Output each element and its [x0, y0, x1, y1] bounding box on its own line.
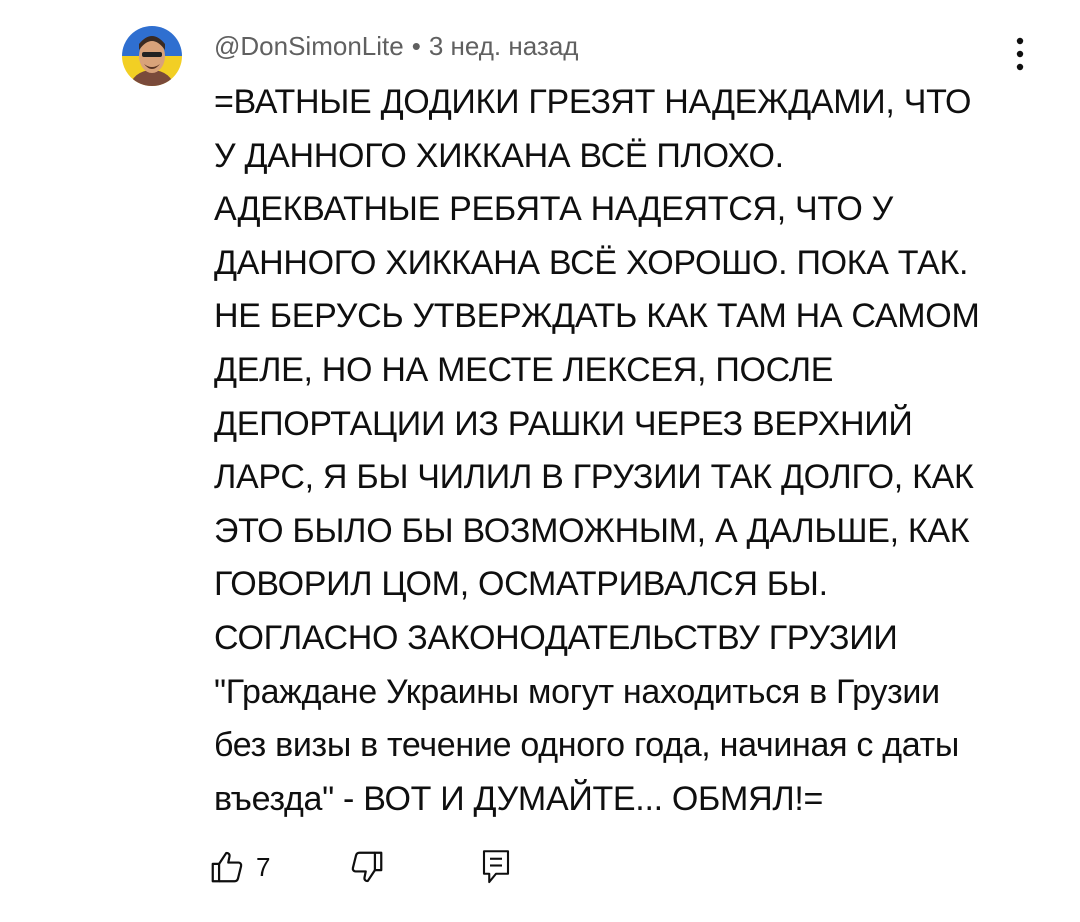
meta-separator: •: [411, 31, 421, 61]
comment-line: ДЕПОРТАЦИИ ИЗ РАШКИ ЧЕРЕЗ ВЕРХНИЙ: [214, 404, 913, 443]
comment-line: АДЕКВАТНЫЕ РЕБЯТА НАДЕЯТСЯ, ЧТО У: [214, 190, 893, 229]
comment-line: ГОВОРИЛ ЦОМ, ОСМАТРИВАЛСЯ БЫ.: [214, 565, 828, 604]
comment-text: =ВАТНЫЕ ДОДИКИ ГРЕЗЯТ НАДЕЖДАМИ, ЧТО У Д…: [214, 76, 1014, 826]
comment-actions: 7: [208, 842, 608, 892]
more-vert-icon: [1016, 37, 1024, 71]
comment-line: ЭТО БЫЛО БЫ ВОЗМОЖНЫМ, А ДАЛЬШЕ, КАК: [214, 511, 970, 550]
comment-line: СОГЛАСНО ЗАКОНОДАТЕЛЬСТВУ ГРУЗИИ: [214, 618, 898, 657]
avatar-image: [122, 26, 182, 86]
comment-time[interactable]: 3 нед. назад: [429, 31, 579, 61]
author-name[interactable]: @DonSimonLite: [214, 31, 404, 61]
comment-line: ЛАРС, Я БЫ ЧИЛИЛ В ГРУЗИИ ТАК ДОЛГО, КАК: [214, 458, 974, 497]
like-count: 7: [256, 851, 271, 882]
comment-line: ДЕЛЕ, НО НА МЕСТЕ ЛЕКСЕЯ, ПОСЛЕ: [214, 350, 834, 389]
reply-icon: [482, 850, 510, 884]
dislike-button[interactable]: [348, 842, 386, 892]
comment: @DonSimonLite • 3 нед. назад =ВАТНЫЕ ДОДИК…: [0, 0, 1080, 922]
comment-line: =ВАТНЫЕ ДОДИКИ ГРЕЗЯТ НАДЕЖДАМИ, ЧТО: [214, 83, 972, 121]
like-button[interactable]: 7: [208, 842, 270, 892]
thumb-up-icon: [211, 851, 243, 883]
reply-button[interactable]: [478, 842, 514, 892]
avatar[interactable]: [122, 26, 182, 86]
comment-meta: @DonSimonLite • 3 нед. назад: [214, 28, 578, 64]
thumb-down-icon: [351, 851, 383, 883]
comment-line: ДАННОГО ХИККАНА ВСЁ ХОРОШО. ПОКА ТАК.: [214, 243, 969, 282]
comment-line: без визы в течение одного года, начиная …: [214, 726, 960, 765]
comment-line: "Граждане Украины могут находиться в Гру…: [214, 672, 940, 711]
more-actions-button[interactable]: [1004, 30, 1036, 78]
comment-line: У ДАННОГО ХИККАНА ВСЁ ПЛОХО.: [214, 136, 784, 175]
comment-line: въезда" - ВОТ И ДУМАЙТЕ... ОБМЯЛ!=: [214, 779, 824, 818]
comment-line: НЕ БЕРУСЬ УТВЕРЖДАТЬ КАК ТАМ НА САМОМ: [214, 297, 980, 336]
